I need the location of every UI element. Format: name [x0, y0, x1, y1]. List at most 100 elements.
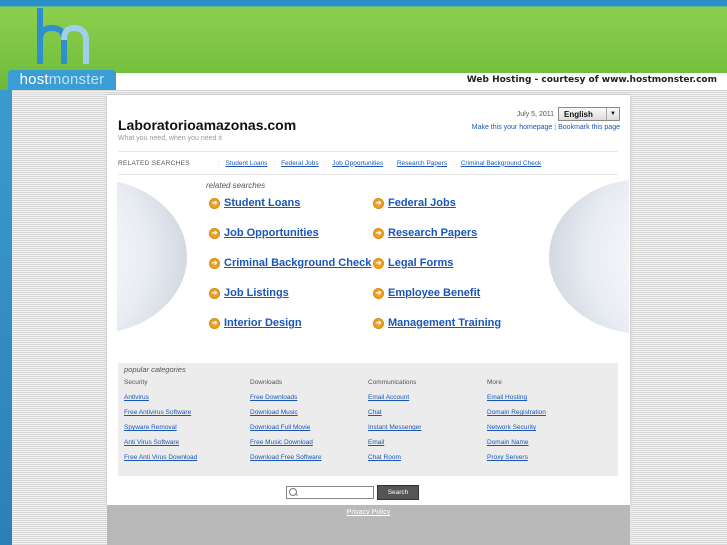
category-link[interactable]: Proxy Servers — [487, 454, 546, 469]
category-link[interactable]: Chat — [368, 409, 421, 424]
category-link[interactable]: Antivirus — [124, 394, 197, 409]
popular-categories: popular categories Security Antivirus Fr… — [118, 363, 618, 476]
site-title: Laboratorioamazonas.com — [118, 117, 297, 133]
date-language-row: July 5, 2011 English ▼ — [517, 106, 620, 122]
footer-bar: Privacy Policy — [107, 505, 630, 545]
category-heading: Downloads — [250, 379, 283, 386]
chevron-down-icon: ▼ — [606, 108, 619, 120]
related-search-item[interactable]: ➔ Job Opportunities — [209, 227, 319, 239]
category-link[interactable]: Network Security — [487, 424, 546, 439]
search-box[interactable] — [286, 486, 374, 504]
privacy-row: Privacy Policy — [107, 509, 630, 516]
arrow-right-icon: ➔ — [209, 197, 220, 209]
make-homepage-link[interactable]: Make this your homepage — [472, 124, 553, 131]
related-search-link[interactable]: Interior Design — [224, 317, 302, 329]
related-search-link[interactable]: Criminal Background Check — [224, 257, 371, 269]
arrow-right-icon: ➔ — [209, 287, 220, 299]
category-link[interactable]: Free Music Download — [250, 439, 322, 454]
category-link[interactable]: Domain Name — [487, 439, 546, 454]
category-link[interactable]: Download Full Movie — [250, 424, 322, 439]
related-search-link[interactable]: Legal Forms — [388, 257, 453, 269]
privacy-policy-link[interactable]: Privacy Policy — [347, 509, 391, 516]
category-link[interactable]: Anti Virus Software — [124, 439, 197, 454]
category-column: Downloads Free Downloads Download Music … — [250, 379, 322, 469]
related-search-item[interactable]: ➔ Federal Jobs — [373, 197, 456, 209]
search-input[interactable] — [299, 493, 369, 504]
category-link[interactable]: Email Hosting — [487, 394, 546, 409]
separator: :: — [452, 159, 456, 167]
category-column: Communications Email Account Chat Instan… — [368, 379, 421, 469]
search-row: Search — [286, 485, 419, 504]
search-button[interactable]: Search — [377, 485, 419, 500]
category-link[interactable]: Email — [368, 439, 421, 454]
category-column: Security Antivirus Free Antivirus Softwa… — [124, 379, 197, 469]
search-icon — [289, 488, 297, 496]
related-bar-link[interactable]: Student Loans — [226, 160, 268, 167]
related-bar-link[interactable]: Research Papers — [397, 160, 447, 167]
decorative-right-disc — [549, 179, 629, 334]
category-link[interactable]: Instant Messenger — [368, 424, 421, 439]
category-column: More Email Hosting Domain Registration N… — [487, 379, 546, 469]
related-bar-label: RELATED SEARCHES — [118, 159, 190, 167]
category-link[interactable]: Free Antivirus Software — [124, 409, 197, 424]
related-search-item[interactable]: ➔ Job Listings — [209, 287, 289, 299]
related-search-link[interactable]: Research Papers — [388, 227, 477, 239]
related-search-link[interactable]: Job Listings — [224, 287, 289, 299]
related-searches-area: related searches ➔ Student Loans ➔ Federal… — [117, 179, 629, 339]
courtesy-text[interactable]: Web Hosting - courtesy of www.hostmonste… — [467, 75, 717, 85]
related-search-link[interactable]: Student Loans — [224, 197, 300, 209]
category-link[interactable]: Download Free Software — [250, 454, 322, 469]
category-link[interactable]: Spyware Removal — [124, 424, 197, 439]
hostmonster-logo-icon — [37, 8, 89, 64]
main-panel: Laboratorioamazonas.com What you need, w… — [107, 95, 630, 505]
language-value: English — [564, 109, 593, 119]
date-text: July 5, 2011 — [516, 110, 554, 118]
related-bar-link[interactable]: Job Opportunities — [332, 160, 383, 167]
related-search-item[interactable]: ➔ Interior Design — [209, 317, 302, 329]
category-link[interactable]: Free Downloads — [250, 394, 322, 409]
category-link[interactable]: Download Music — [250, 409, 322, 424]
arrow-right-icon: ➔ — [373, 257, 384, 269]
site-tagline: What you need, when you need it — [118, 135, 222, 142]
category-heading: Security — [124, 379, 148, 386]
related-bar-link[interactable]: Criminal Background Check — [461, 160, 542, 167]
category-link[interactable]: Chat Room — [368, 454, 421, 469]
related-search-link[interactable]: Job Opportunities — [224, 227, 319, 239]
related-search-item[interactable]: ➔ Legal Forms — [373, 257, 453, 269]
related-search-link[interactable]: Employee Benefit — [388, 287, 480, 299]
homepage-links: Make this your homepage | Bookmark this pa… — [472, 124, 620, 131]
category-heading: More — [487, 379, 502, 386]
related-search-item[interactable]: ➔ Research Papers — [373, 227, 477, 239]
arrow-right-icon: ➔ — [373, 287, 384, 299]
category-link[interactable]: Free Anti Virus Download — [124, 454, 197, 469]
arrow-right-icon: ➔ — [209, 257, 220, 269]
hostmonster-header: hostmonster Web Hosting - courtesy of ww… — [0, 0, 727, 91]
decorative-left-disc — [117, 179, 187, 334]
category-link[interactable]: Domain Registration — [487, 409, 546, 424]
courtesy-bar: Web Hosting - courtesy of www.hostmonste… — [116, 73, 727, 91]
popular-categories-title: popular categories — [124, 365, 186, 374]
separator: :: — [272, 159, 277, 167]
related-searches-bar: RELATED SEARCHES :: Student Loans :: Fed… — [118, 151, 618, 175]
bookmark-link[interactable]: Bookmark this page — [558, 124, 620, 131]
related-search-item[interactable]: ➔ Management Training — [373, 317, 501, 329]
arrow-right-icon: ➔ — [373, 227, 384, 239]
related-searches-heading: related searches — [206, 181, 266, 190]
category-link[interactable]: Email Account — [368, 394, 421, 409]
arrow-right-icon: ➔ — [209, 227, 220, 239]
related-search-link[interactable]: Management Training — [388, 317, 501, 329]
separator: :: — [323, 159, 328, 167]
related-bar-link[interactable]: Federal Jobs — [281, 160, 319, 167]
separator: :: — [388, 159, 392, 167]
category-heading: Communications — [368, 379, 417, 386]
hostmonster-tab[interactable]: hostmonster — [8, 70, 116, 90]
language-select[interactable]: English ▼ — [558, 107, 620, 121]
separator: :: — [216, 159, 221, 167]
arrow-right-icon: ➔ — [373, 317, 384, 329]
related-search-link[interactable]: Federal Jobs — [388, 197, 456, 209]
related-search-item[interactable]: ➔ Student Loans — [209, 197, 300, 209]
related-search-item[interactable]: ➔ Employee Benefit — [373, 287, 480, 299]
arrow-right-icon: ➔ — [373, 197, 384, 209]
related-search-item[interactable]: ➔ Criminal Background Check — [209, 257, 371, 269]
arrow-right-icon: ➔ — [209, 317, 220, 329]
